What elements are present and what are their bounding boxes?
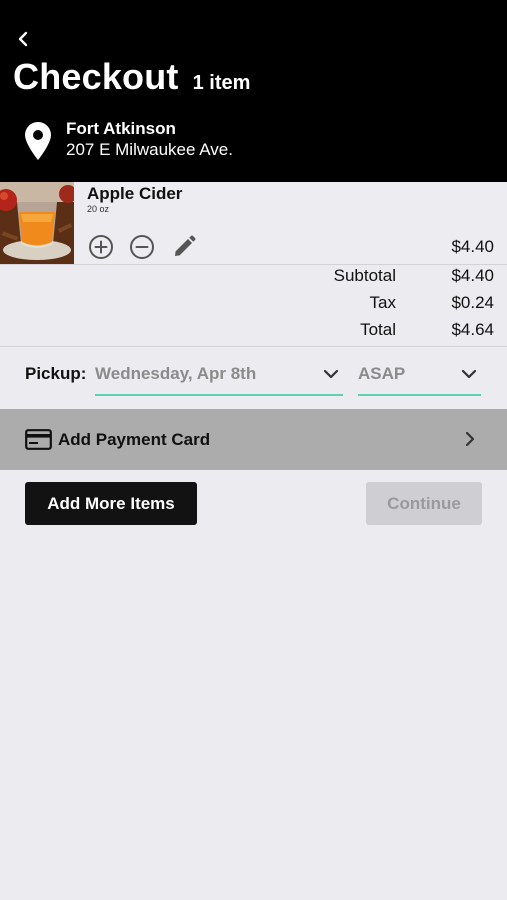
total-value: $4.64 — [451, 320, 494, 339]
title-row: Checkout 1 item — [13, 56, 250, 98]
page-title: Checkout — [13, 56, 179, 97]
total-label: Total — [360, 320, 396, 339]
edit-item-button[interactable] — [171, 234, 197, 260]
subtotal-row: Subtotal $4.40 — [0, 266, 507, 290]
item-thumbnail — [0, 182, 74, 264]
subtotal-label: Subtotal — [333, 266, 396, 285]
cart-item: Apple Cider 20 oz $4.40 — [0, 182, 507, 265]
pencil-icon — [175, 235, 196, 256]
item-size: 20 oz — [87, 204, 110, 214]
item-name: Apple Cider — [87, 184, 183, 203]
pickup-label: Pickup: — [25, 364, 87, 383]
pickup-date-select[interactable]: Wednesday, Apr 8th — [95, 360, 343, 396]
credit-card-icon — [25, 429, 52, 450]
total-row: Total $4.64 — [0, 320, 507, 344]
plus-circle-icon — [89, 235, 113, 259]
chevron-down-icon — [461, 369, 477, 379]
item-price: $4.40 — [451, 237, 494, 256]
add-more-items-button[interactable]: Add More Items — [25, 482, 197, 525]
location-pin-icon — [25, 122, 51, 160]
location-name: Fort Atkinson — [66, 119, 176, 138]
add-payment-card-label: Add Payment Card — [58, 430, 211, 449]
tax-label: Tax — [369, 293, 396, 312]
back-button[interactable] — [12, 28, 34, 50]
pickup-time-select[interactable]: ASAP — [358, 360, 481, 396]
add-payment-card-row[interactable]: Add Payment Card — [0, 409, 507, 470]
increase-quantity-button[interactable] — [88, 234, 114, 260]
location-address: 207 E Milwaukee Ave. — [66, 140, 233, 159]
apple-cider-photo — [0, 182, 74, 264]
chevron-right-icon — [465, 431, 475, 447]
pickup-date-value: Wednesday, Apr 8th — [95, 364, 257, 383]
pickup-time-value: ASAP — [358, 364, 406, 383]
minus-circle-icon — [130, 235, 154, 259]
header: Checkout 1 item Fort Atkinson 207 E Milw… — [0, 0, 507, 182]
chevron-down-icon — [323, 369, 339, 379]
item-count: 1 item — [192, 72, 251, 94]
tax-value: $0.24 — [451, 293, 494, 312]
chevron-left-icon — [18, 31, 28, 47]
continue-button[interactable]: Continue — [366, 482, 482, 525]
subtotal-value: $4.40 — [451, 266, 494, 285]
decrease-quantity-button[interactable] — [129, 234, 155, 260]
tax-row: Tax $0.24 — [0, 293, 507, 317]
divider — [0, 346, 507, 347]
